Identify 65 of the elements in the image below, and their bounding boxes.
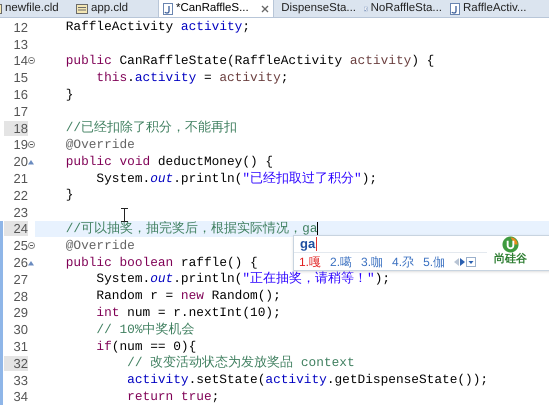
line-number: 32 xyxy=(4,356,28,371)
editor-tab[interactable]: newfile.cld xyxy=(0,0,72,17)
line-number: 13 xyxy=(12,36,28,52)
code-line: @Override xyxy=(64,136,135,153)
code-line: Random r = new Random(); xyxy=(95,288,281,304)
line-number: 17 xyxy=(12,104,28,119)
candidate-item[interactable]: 5.伽 xyxy=(423,252,446,270)
line-number: 31 xyxy=(12,339,28,354)
candidate-item[interactable]: 1.嘎 xyxy=(299,252,322,270)
editor-tab[interactable]: DispenseSta... xyxy=(274,0,360,17)
candidate-item[interactable]: 4.尕 xyxy=(392,252,414,270)
code-line: System.out.println("已经扣取过了积分"); xyxy=(95,170,378,187)
code-line: return true; xyxy=(126,388,220,405)
line-number: 28 xyxy=(12,288,28,304)
close-icon[interactable] xyxy=(261,5,269,13)
code-line: if(num == 0){ xyxy=(95,338,196,355)
line-number: 33 xyxy=(12,372,28,388)
line-number: 20 xyxy=(12,154,28,170)
code-line: this.activity = activity; xyxy=(95,70,288,86)
line-number: 21 xyxy=(12,171,28,186)
text-cursor-icon xyxy=(121,208,128,222)
composition-text: ga xyxy=(300,237,318,251)
code-line: public void deductMoney() { xyxy=(64,154,274,170)
code-line: activity.setState(activity.getDispenseState()); xyxy=(126,372,488,388)
candidate-item[interactable]: 3.咖 xyxy=(361,252,384,270)
line-number: 24 xyxy=(4,221,28,236)
code-line: int num = r.nextInt(10); xyxy=(95,304,281,321)
line-number: 14 xyxy=(12,53,28,68)
editor-tab[interactable]: app.cld xyxy=(72,0,158,17)
line-number: 22 xyxy=(12,188,28,203)
line-number: 16 xyxy=(12,87,28,102)
collapse-icon[interactable] xyxy=(28,57,35,64)
java-file-icon xyxy=(163,3,173,15)
line-number: 30 xyxy=(12,322,28,338)
line-number: 23 xyxy=(12,204,28,220)
dropdown-icon[interactable] xyxy=(466,256,476,266)
line-number: 27 xyxy=(12,272,28,287)
line-number: 34 xyxy=(12,389,28,404)
collapse-icon[interactable] xyxy=(28,141,35,148)
line-number: 19 xyxy=(12,137,28,152)
code-line: System.out.println("正在抽奖，请稍等！"); xyxy=(95,271,390,288)
code-line: @Override xyxy=(64,238,135,254)
line-number: 15 xyxy=(12,70,28,86)
line-number: 26 xyxy=(12,255,28,270)
editor-tab[interactable]: NoRaffleSta... xyxy=(360,0,446,17)
collapse-icon[interactable] xyxy=(28,242,35,250)
candidate-item[interactable]: 2.噶 xyxy=(330,252,352,270)
line-number: 25 xyxy=(12,238,28,254)
line-number: 12 xyxy=(12,20,28,35)
editor-tab[interactable]: *CanRaffleS... xyxy=(158,0,274,17)
code-line: public CanRaffleState(RaffleActivity activity) { xyxy=(64,52,434,69)
file-icon xyxy=(76,4,88,14)
java-file-icon xyxy=(450,3,460,15)
brand-text: 尚硅谷 xyxy=(494,253,527,265)
code-line: public boolean raffle() { xyxy=(64,254,258,271)
code-line: //可以抽奖，抽完奖后，根据实际情况，ga xyxy=(64,220,318,237)
code-line: //已经扣除了积分，不能再扣 xyxy=(64,120,238,136)
code-line: // 10%中奖机会 xyxy=(95,322,195,338)
editor-tab[interactable]: RaffleActiv... xyxy=(446,0,532,17)
line-number: 29 xyxy=(12,305,28,320)
code-line: RaffleActivity activity; xyxy=(64,19,250,36)
line-number: 18 xyxy=(4,120,28,136)
code-line: } xyxy=(64,187,74,204)
code-line: } xyxy=(64,86,74,103)
code-line: // 改变活动状态为发放奖品 context xyxy=(126,355,355,372)
